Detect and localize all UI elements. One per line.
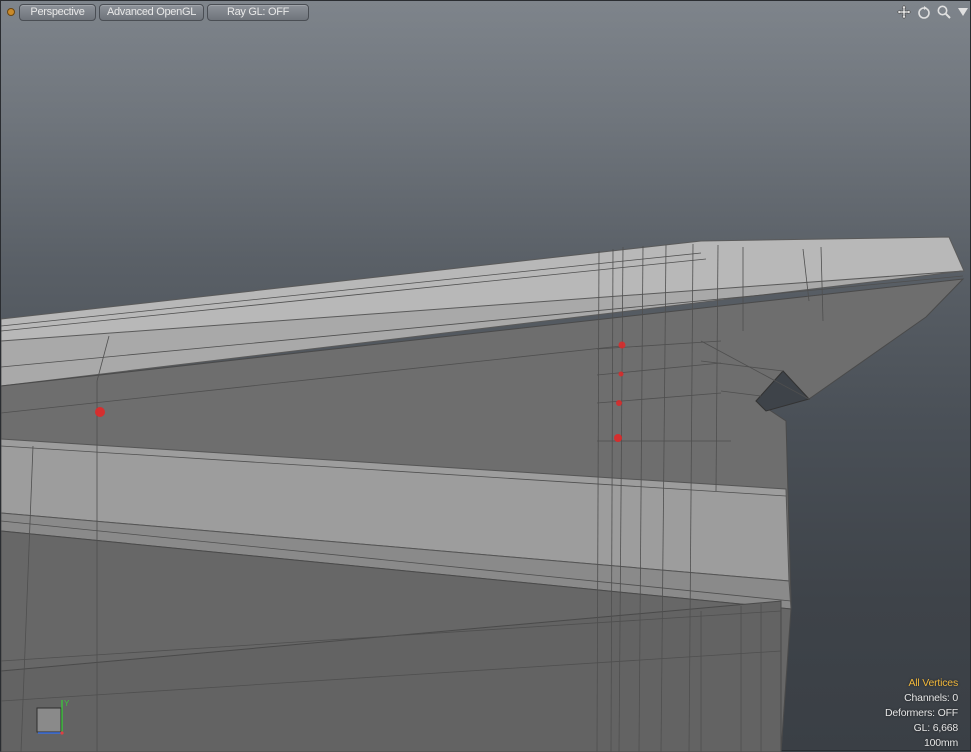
mesh-scene[interactable] xyxy=(1,1,971,752)
viewport-toolbar: Perspective Advanced OpenGL Ray GL: OFF xyxy=(1,1,971,23)
raygl-button[interactable]: Ray GL: OFF xyxy=(207,4,309,21)
channels-readout: Channels: 0 xyxy=(904,692,958,704)
selection-mode-label: All Vertices xyxy=(908,677,958,689)
axis-gizmo: Y xyxy=(36,699,69,735)
deformers-readout: Deformers: OFF xyxy=(884,707,958,719)
viewport-menu-icon[interactable] xyxy=(7,8,15,16)
zoom-view-icon[interactable] xyxy=(936,4,952,20)
view-mode-button[interactable]: Perspective xyxy=(19,4,96,21)
move-view-icon[interactable] xyxy=(896,4,912,20)
axis-x-dot xyxy=(60,731,64,735)
gl-count-readout: GL: 6,668 xyxy=(913,722,959,734)
3d-viewport[interactable]: Perspective Advanced OpenGL Ray GL: OFF … xyxy=(0,0,971,752)
maximize-viewport-icon[interactable] xyxy=(955,4,971,20)
shading-mode-button[interactable]: Advanced OpenGL xyxy=(99,4,204,21)
axis-y-label: Y xyxy=(64,699,69,708)
rotate-view-icon[interactable] xyxy=(916,4,932,20)
grid-size-readout: 100mm xyxy=(923,737,958,749)
